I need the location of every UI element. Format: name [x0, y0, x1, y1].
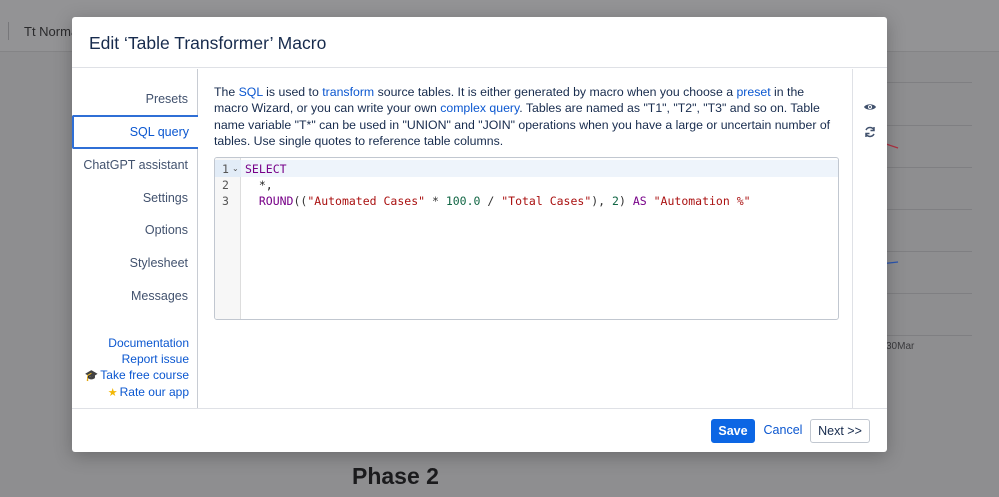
preset-link[interactable]: preset — [736, 85, 770, 99]
sql-string: "Automated Cases" — [307, 194, 426, 208]
sql-number: 2 — [612, 194, 619, 208]
line-number: 1 — [222, 162, 229, 176]
background-chart: 30Mar — [880, 52, 999, 422]
free-course-link[interactable]: 🎓 Take free course — [85, 367, 189, 384]
page-heading: Phase 2 — [352, 463, 439, 489]
graduation-cap-icon: 🎓 — [84, 370, 99, 382]
free-course-label: Take free course — [100, 368, 189, 382]
line-number: 2 — [222, 178, 229, 192]
code-line-2: *, — [245, 178, 273, 192]
sql-keyword: SELECT — [245, 162, 287, 176]
description-fragment: The — [214, 85, 239, 99]
sql-code-editor[interactable]: 1 ⌄ 2 3 SELECT *, ROUND(("Automated Case… — [214, 157, 839, 320]
code-line-3: ROUND(("Automated Cases" * 100.0 / "Tota… — [245, 194, 751, 208]
code-operator: * — [425, 194, 446, 208]
nav-item-options[interactable]: Options — [145, 223, 188, 237]
rate-app-label: Rate our app — [119, 385, 189, 399]
dialog-header: Edit ‘Table Transformer’ Macro — [72, 17, 887, 68]
description-fragment: source tables. It is either generated by… — [374, 85, 737, 99]
toolbar-divider — [8, 22, 9, 40]
chart-series — [880, 141, 899, 265]
refresh-icon[interactable] — [863, 125, 877, 139]
editor-tools-rail — [852, 69, 887, 408]
description-text: The SQL is used to transform source tabl… — [214, 84, 838, 149]
fold-chevron-icon[interactable]: ⌄ — [232, 164, 239, 173]
nav-item-label: SQL query — [129, 125, 189, 139]
sql-function: ROUND — [258, 194, 294, 208]
active-line-highlight — [215, 160, 838, 177]
dialog-title: Edit ‘Table Transformer’ Macro — [89, 33, 327, 53]
chart-axis-label: 30Mar — [886, 341, 915, 352]
save-button[interactable]: Save — [711, 419, 755, 443]
rate-app-link[interactable]: ★ Rate our app — [85, 384, 189, 401]
sql-description: The SQL is used to transform source tabl… — [214, 84, 838, 149]
sql-string: "Total Cases" — [501, 194, 592, 208]
macro-edit-dialog: Edit ‘Table Transformer’ Macro Presets S… — [72, 17, 887, 452]
cancel-button[interactable]: Cancel — [762, 419, 804, 443]
dialog-sidebar: Presets SQL query ChatGPT assistant Sett… — [72, 69, 198, 408]
code-punct: ), — [591, 194, 613, 208]
complex-query-link[interactable]: complex query — [440, 101, 519, 115]
eye-icon[interactable] — [863, 100, 877, 114]
sql-keyword: AS — [632, 194, 647, 208]
line-number: 3 — [222, 194, 229, 208]
sql-link[interactable]: SQL — [239, 85, 263, 99]
text-format-dropdown: Tt Norma — [24, 24, 79, 39]
transform-link[interactable]: transform — [322, 85, 374, 99]
code-punct: ) — [618, 194, 633, 208]
help-links: Documentation Report issue 🎓 Take free co… — [85, 335, 189, 401]
code-line-1: SELECT — [245, 162, 287, 176]
nav-item-settings[interactable]: Settings — [143, 191, 188, 205]
nav-item-presets[interactable]: Presets — [146, 92, 188, 106]
sql-number: 100.0 — [445, 194, 481, 208]
code-operator: / — [480, 194, 502, 208]
nav-item-sql-query[interactable]: SQL query — [72, 115, 198, 149]
nav-item-stylesheet[interactable]: Stylesheet — [130, 256, 188, 270]
dialog-footer: Save Cancel Next >> — [72, 408, 887, 452]
next-button[interactable]: Next >> — [810, 419, 870, 443]
description-fragment: is used to — [262, 85, 323, 99]
report-issue-link[interactable]: Report issue — [85, 351, 189, 367]
nav-item-chatgpt-assistant[interactable]: ChatGPT assistant — [83, 158, 188, 172]
star-icon: ★ — [107, 387, 118, 399]
documentation-link[interactable]: Documentation — [85, 335, 189, 351]
nav-item-messages[interactable]: Messages — [131, 289, 188, 303]
sql-string: "Automation %" — [653, 194, 751, 208]
code-punct: (( — [293, 194, 308, 208]
